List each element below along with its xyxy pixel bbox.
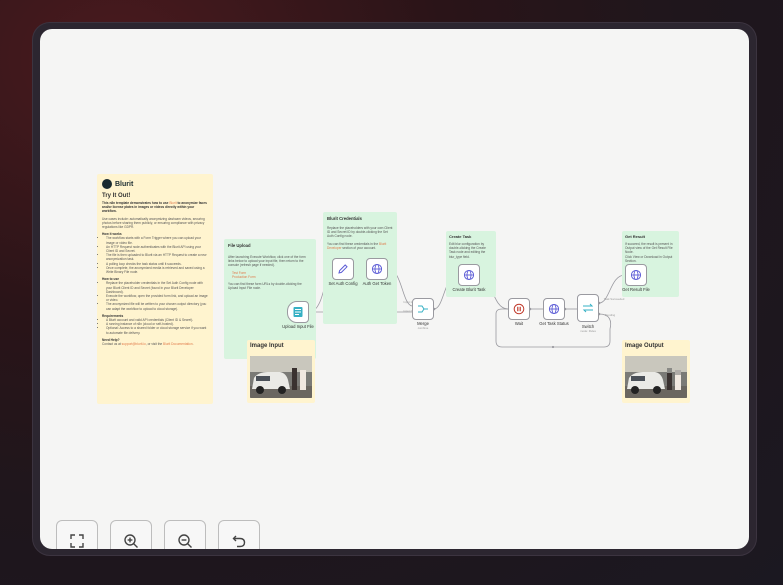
how-use-list: Replace the placeholder credentials in t… bbox=[102, 281, 208, 310]
node-auth-get-token[interactable] bbox=[366, 258, 388, 280]
brand-logo: Blurit bbox=[102, 179, 208, 189]
undo-icon bbox=[232, 535, 246, 548]
blurit-logo-icon bbox=[102, 179, 112, 189]
pause-icon bbox=[513, 303, 525, 315]
list-item: The anonymized file will be written to y… bbox=[106, 302, 208, 310]
edge-label-pending: Pending bbox=[604, 313, 616, 317]
node-upload-input-file[interactable] bbox=[287, 301, 309, 323]
list-item: Optional: Access to a shared folder or c… bbox=[106, 326, 208, 334]
input-photo bbox=[250, 356, 312, 398]
node-switch[interactable] bbox=[577, 294, 599, 322]
list-item: Once complete, the anonymized media is r… bbox=[106, 266, 208, 274]
how-works-list: The workflow starts with a Form Trigger … bbox=[102, 236, 208, 274]
intro-title: Try It Out! bbox=[102, 193, 131, 199]
docs-link[interactable]: Blurit Documentation bbox=[163, 342, 193, 346]
image-output-sticky-note[interactable]: Image Output bbox=[622, 340, 690, 403]
intro-sticky-note[interactable]: Blurit Try It Out! This n8n template dem… bbox=[97, 174, 213, 404]
fit-view-icon bbox=[70, 534, 84, 548]
zoom-out-icon bbox=[178, 534, 192, 548]
globe-icon bbox=[463, 269, 475, 281]
switch-arrows-icon bbox=[582, 303, 594, 313]
requirements-list: A Blurit account and valid API credentia… bbox=[102, 318, 208, 335]
fit-view-button[interactable] bbox=[56, 520, 98, 549]
reset-zoom-button[interactable] bbox=[218, 520, 260, 549]
node-create-blurit-task[interactable] bbox=[458, 264, 480, 286]
image-input-sticky-note[interactable]: Image Input bbox=[247, 340, 315, 403]
globe-icon bbox=[548, 303, 560, 315]
globe-icon bbox=[371, 263, 383, 275]
list-item: The file is then uploaded to Blurit via … bbox=[106, 253, 208, 261]
zoom-out-button[interactable] bbox=[164, 520, 206, 549]
zoom-in-icon bbox=[124, 534, 138, 548]
node-get-task-status[interactable] bbox=[543, 298, 565, 320]
merge-icon bbox=[418, 305, 428, 313]
pencil-icon bbox=[338, 264, 348, 274]
workflow-canvas[interactable]: Input 1 Input 2 Task Succeeded Pending B… bbox=[40, 29, 749, 549]
help-text: Contact us at support@blurit.io, or visi… bbox=[102, 342, 194, 347]
production-form-link[interactable]: Production Form bbox=[232, 275, 312, 279]
zoom-in-button[interactable] bbox=[110, 520, 152, 549]
list-item: An HTTP Request node authenticates with … bbox=[106, 245, 208, 253]
intro-lead: This n8n template demonstrates how to us… bbox=[102, 201, 207, 214]
output-photo bbox=[625, 356, 687, 398]
node-wait[interactable] bbox=[508, 298, 530, 320]
list-item: The workflow starts with a Form Trigger … bbox=[106, 236, 208, 244]
node-merge[interactable] bbox=[412, 298, 434, 320]
node-get-result-file[interactable] bbox=[625, 264, 647, 286]
list-item: Execute the workflow, open the provided … bbox=[106, 294, 208, 302]
list-item: Replace the placeholder credentials in t… bbox=[106, 281, 208, 294]
form-icon bbox=[293, 307, 303, 317]
node-set-auth-config[interactable] bbox=[332, 258, 354, 280]
intro-usecases: Use cases include: automatically anonymi… bbox=[102, 216, 205, 230]
support-email-link[interactable]: support@blurit.io bbox=[122, 342, 146, 346]
edge-label-succeeded: Task Succeeded bbox=[603, 297, 625, 301]
globe-icon bbox=[630, 269, 642, 281]
